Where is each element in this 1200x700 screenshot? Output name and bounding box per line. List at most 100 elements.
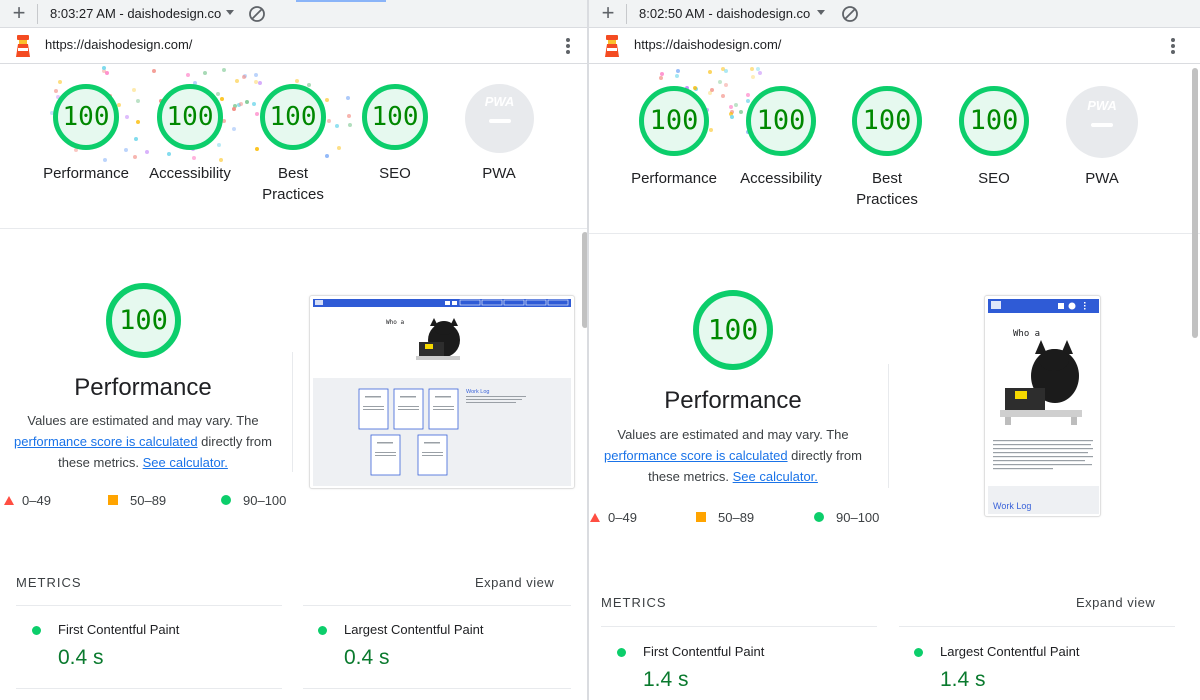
confetti-dot xyxy=(239,102,243,106)
pass-circle-icon xyxy=(814,512,824,522)
confetti-dot xyxy=(708,70,712,74)
confetti-dot xyxy=(327,119,331,123)
confetti-dot xyxy=(660,72,664,76)
metrics-heading: METRICS xyxy=(601,595,667,610)
desc-text: directly from xyxy=(197,434,272,449)
gauge-label: Best Practices xyxy=(856,170,918,208)
gauge-label: PWA xyxy=(482,165,516,182)
gauge-ring: 100 xyxy=(746,86,816,156)
confetti-dot xyxy=(708,91,712,95)
confetti-dot xyxy=(145,150,149,154)
metric-divider xyxy=(303,605,571,606)
confetti-dot xyxy=(152,69,156,73)
pwa-badge-text: PWA xyxy=(484,94,515,109)
performance-description: Values are estimated and may vary. The p… xyxy=(595,424,871,487)
pwa-dash xyxy=(489,119,511,123)
chevron-down-icon[interactable] xyxy=(224,5,236,19)
confetti-dot xyxy=(220,97,224,101)
final-screenshot[interactable]: Who a Work Log xyxy=(984,295,1101,517)
fail-triangle-icon xyxy=(590,513,600,522)
confetti-dot xyxy=(186,73,190,77)
divider xyxy=(888,364,889,488)
gauge-ring: 100 xyxy=(362,84,428,150)
see-calculator-link[interactable]: See calculator. xyxy=(143,455,228,470)
gauge-score: 100 xyxy=(862,105,912,136)
confetti-dot xyxy=(659,76,663,80)
score-gauges: 100 Performance 100 Accessibility 100 Be… xyxy=(0,64,588,229)
performance-description: Values are estimated and may vary. The p… xyxy=(8,410,278,473)
url-bar: https://daishodesign.com/ xyxy=(589,28,1200,64)
chevron-down-icon[interactable] xyxy=(815,5,827,19)
gauge-label: Accessibility xyxy=(149,165,231,182)
clear-block-icon[interactable] xyxy=(248,5,266,23)
metric-divider xyxy=(16,688,282,689)
url-bar: https://daishodesign.com/ xyxy=(0,28,588,64)
metric-value: 1.4 s xyxy=(643,668,689,691)
metric-divider xyxy=(601,626,877,627)
desc-text: these metrics. xyxy=(58,455,143,470)
score-calculated-link[interactable]: performance score is calculated xyxy=(14,434,198,449)
performance-score-gauge: 100 xyxy=(106,283,181,358)
confetti-dot xyxy=(134,137,138,141)
average-square-icon xyxy=(696,512,706,522)
confetti-dot xyxy=(734,103,738,107)
confetti-dot xyxy=(124,148,128,152)
legend-fail-label: 0–49 xyxy=(22,493,51,508)
desc-text: Values are estimated and may vary. The xyxy=(617,427,849,442)
confetti-dot xyxy=(758,71,762,75)
new-report-plus-icon[interactable]: + xyxy=(8,2,30,24)
confetti-dot xyxy=(192,156,196,160)
report-select[interactable]: 8:02:50 AM - daishodesign.co xyxy=(639,6,810,21)
confetti-dot xyxy=(347,114,351,118)
new-report-plus-icon[interactable]: + xyxy=(597,2,619,24)
confetti-dot xyxy=(348,123,352,127)
confetti-dot xyxy=(676,69,680,73)
confetti-dot xyxy=(718,80,722,84)
final-screenshot[interactable]: Who a Work Log xyxy=(309,295,575,489)
gauge-ring: 100 xyxy=(959,86,1029,156)
gauge-label: Best Practices xyxy=(262,165,324,203)
gauge-label: Accessibility xyxy=(740,170,822,187)
performance-score: 100 xyxy=(707,313,759,346)
pass-circle-icon xyxy=(318,626,327,635)
confetti-dot xyxy=(729,105,733,109)
tab-bar: + 8:02:50 AM - daishodesign.co xyxy=(589,0,1200,28)
confetti-dot xyxy=(255,147,259,151)
score-calculated-link[interactable]: performance score is calculated xyxy=(604,448,788,463)
right-report-pane: + 8:02:50 AM - daishodesign.co https://d… xyxy=(589,0,1200,700)
metric-divider xyxy=(16,605,282,606)
pwa-badge-text: PWA xyxy=(1087,98,1117,113)
thumb-hero-text: Who a xyxy=(386,319,404,326)
see-calculator-link[interactable]: See calculator. xyxy=(733,469,818,484)
clear-block-icon[interactable] xyxy=(841,5,859,23)
gauge-score: 100 xyxy=(756,105,806,136)
confetti-dot xyxy=(693,86,697,90)
confetti-dot xyxy=(242,75,246,79)
confetti-dot xyxy=(675,74,679,78)
legend-pass: 90–100 xyxy=(814,510,879,525)
metric-name: Largest Contentful Paint xyxy=(344,622,484,637)
gauge-label: PWA xyxy=(1085,170,1119,187)
report-url: https://daishodesign.com/ xyxy=(45,37,193,52)
expand-view-toggle[interactable]: Expand view xyxy=(475,575,554,590)
pwa-dash xyxy=(1091,123,1113,127)
confetti-dot xyxy=(232,107,236,111)
confetti-dot xyxy=(709,128,713,132)
legend-average: 50–89 xyxy=(108,493,166,508)
lighthouse-icon xyxy=(16,35,30,57)
expand-view-toggle[interactable]: Expand view xyxy=(1076,595,1155,610)
confetti-dot xyxy=(254,73,258,77)
thumb-worklog-link: Work Log xyxy=(466,389,489,395)
scrollbar-thumb[interactable] xyxy=(1192,68,1198,338)
confetti-dot xyxy=(337,146,341,150)
more-options-icon[interactable] xyxy=(565,36,571,56)
performance-score: 100 xyxy=(119,305,168,336)
confetti-dot xyxy=(739,110,743,114)
confetti-dot xyxy=(132,88,136,92)
metric-divider xyxy=(303,688,571,689)
more-options-icon[interactable] xyxy=(1170,36,1176,56)
metric-value: 0.4 s xyxy=(344,646,390,669)
pass-circle-icon xyxy=(617,648,626,657)
tab-separator xyxy=(37,4,38,24)
report-select[interactable]: 8:03:27 AM - daishodesign.co xyxy=(50,6,221,21)
